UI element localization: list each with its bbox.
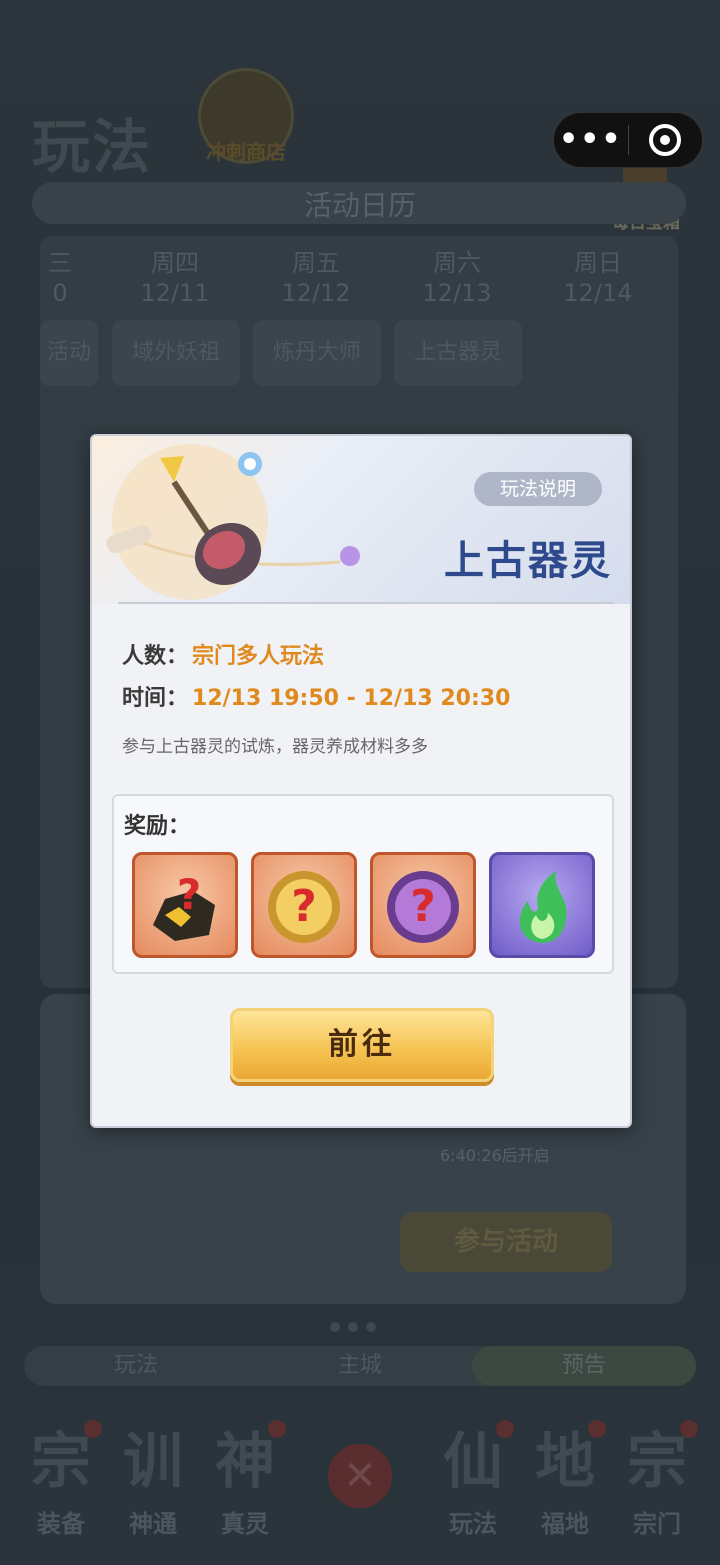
svg-text:?: ? — [291, 881, 317, 932]
reward-item-mystery-gold-orb[interactable]: ? — [251, 852, 357, 958]
divider — [118, 602, 614, 604]
nav-item-skills[interactable]: 训 神通 — [108, 1420, 198, 1539]
nav-label: 神通 — [129, 1510, 177, 1538]
notification-dot — [588, 1420, 606, 1438]
notification-dot — [680, 1420, 698, 1438]
target-icon — [649, 124, 682, 156]
rules-button[interactable]: 玩法说明 — [474, 472, 602, 506]
day-date: 12/11 — [140, 279, 210, 307]
more-menu-button[interactable]: ••• — [554, 112, 628, 168]
time-value: 12/13 19:50 - 12/13 20:30 — [192, 686, 511, 711]
modal-header: 玩法说明 上古器灵 — [92, 436, 630, 604]
nav-item-blessed-land[interactable]: 地 福地 — [520, 1420, 610, 1539]
players-value: 宗门多人玩法 — [192, 644, 325, 669]
day-column-wed: 三 0 — [0, 248, 120, 308]
mystery-purple-orb-icon: ? — [387, 871, 459, 943]
tab-main-city[interactable]: 主城 — [248, 1346, 472, 1386]
pipa-artifact-icon — [106, 444, 360, 600]
notification-dot — [84, 1420, 102, 1438]
time-row: 时间： 12/13 19:50 - 12/13 20:30 — [122, 680, 510, 712]
day-weekday: 三 — [48, 249, 72, 277]
reward-item-mystery-purple-orb[interactable]: ? — [370, 852, 476, 958]
players-label: 人数： — [122, 644, 189, 669]
nav-label: 真灵 — [221, 1510, 269, 1538]
calendar-cell[interactable]: 活动 — [40, 320, 98, 386]
nav-label: 福地 — [541, 1510, 589, 1538]
nav-item-sect[interactable]: 宗 宗门 — [612, 1420, 702, 1539]
day-column-fri: 周五 12/12 — [256, 248, 376, 308]
day-date: 12/12 — [281, 279, 351, 307]
day-weekday: 周日 — [574, 249, 622, 277]
nav-label: 装备 — [37, 1510, 85, 1538]
reward-item-mystery-ore[interactable]: ? — [132, 852, 238, 958]
activity-detail-modal: 玩法说明 上古器灵 人数： 宗门多人玩法 时间： 12/13 19:50 - 12/… — [90, 434, 632, 1128]
calendar-title: 活动日历 — [303, 189, 416, 222]
day-weekday: 周五 — [292, 249, 340, 277]
notification-dot — [268, 1420, 286, 1438]
nav-item-gameplay[interactable]: 仙 玩法 — [428, 1420, 518, 1539]
close-miniprogram-button[interactable] — [629, 124, 703, 156]
day-column-sun: 周日 12/14 — [538, 248, 658, 308]
go-button[interactable]: 前往 — [230, 1008, 494, 1082]
miniprogram-capsule: ••• — [553, 112, 703, 168]
rewards-panel: 奖励： ? ? ? — [112, 794, 614, 974]
tab-preview[interactable]: 预告 — [472, 1346, 696, 1386]
mystery-gold-orb-icon: ? — [268, 871, 340, 943]
day-date: 0 — [52, 279, 68, 307]
activity-name: 上古器灵 — [444, 538, 612, 584]
rewards-title: 奖励： — [124, 814, 191, 839]
reward-item-green-spirit-flame[interactable] — [489, 852, 595, 958]
nav-label: 宗门 — [633, 1510, 681, 1538]
day-column-sat: 周六 12/13 — [397, 248, 517, 308]
page-title: 玩法 — [32, 113, 153, 181]
activity-description: 参与上古器灵的试炼，器灵养成材料多多 — [122, 737, 428, 757]
players-row: 人数： 宗门多人玩法 — [122, 638, 324, 670]
calendar-cell[interactable]: 炼丹大师 — [253, 320, 381, 386]
skills-icon: 训 — [123, 1427, 183, 1497]
day-date: 12/13 — [422, 279, 492, 307]
calendar-cell[interactable]: 上古器灵 — [394, 320, 522, 386]
mystery-ore-icon: ? — [153, 870, 215, 941]
page-indicator — [330, 1322, 376, 1332]
nav-item-equipment[interactable]: 宗 装备 — [16, 1420, 106, 1539]
time-label: 时间： — [122, 686, 189, 711]
day-column-thu: 周四 12/11 — [115, 248, 235, 308]
nav-label: 玩法 — [449, 1510, 497, 1538]
countdown-text: 6:40:26后开启 — [440, 1146, 550, 1165]
notification-dot — [496, 1420, 514, 1438]
tab-gameplay[interactable]: 玩法 — [24, 1346, 248, 1386]
shop-label: 冲刺商店 — [206, 140, 286, 164]
green-flame-icon — [519, 871, 567, 943]
close-icon[interactable]: ✕ — [328, 1444, 392, 1508]
calendar-cell[interactable]: 域外妖祖 — [112, 320, 240, 386]
join-activity-button[interactable]: 参与活动 — [400, 1212, 612, 1272]
svg-text:?: ? — [410, 881, 436, 932]
svg-text:?: ? — [177, 870, 201, 919]
day-date: 12/14 — [563, 279, 633, 307]
bottom-tabs: 玩法 主城 预告 — [24, 1346, 696, 1386]
nav-item-spirit[interactable]: 神 真灵 — [200, 1420, 290, 1539]
day-weekday: 周六 — [433, 249, 481, 277]
day-weekday: 周四 — [151, 249, 199, 277]
